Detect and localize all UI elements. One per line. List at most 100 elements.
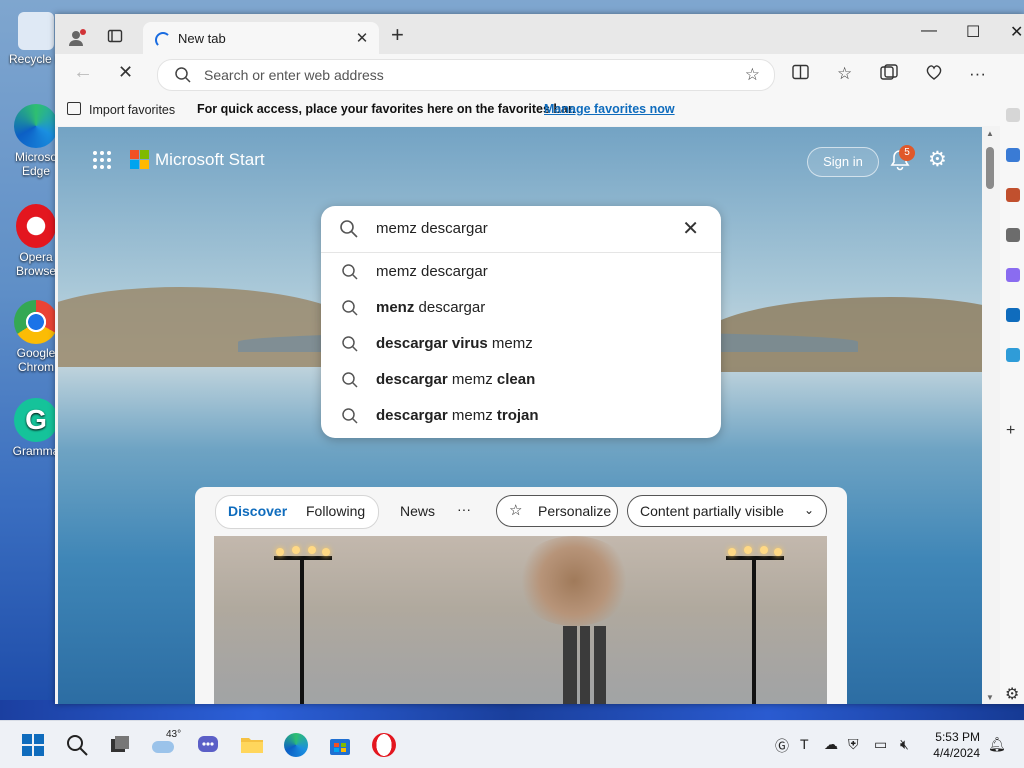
- tab-close-icon[interactable]: ✕: [353, 29, 371, 47]
- grammarly-tray-icon[interactable]: Ⓖ: [775, 736, 789, 756]
- drop-sidebar-icon[interactable]: [1006, 348, 1020, 362]
- suggestion-text: memz descargar: [376, 263, 488, 280]
- import-icon: [67, 102, 81, 115]
- split-screen-icon[interactable]: [792, 64, 809, 85]
- light-pole: [752, 556, 756, 704]
- stop-loading-button[interactable]: ✕: [118, 62, 133, 83]
- search-sidebar-icon[interactable]: [1006, 108, 1020, 122]
- suggestion-plain: memz descargar: [376, 263, 488, 280]
- minimize-button[interactable]: —: [921, 22, 937, 40]
- search-query-text[interactable]: memz descargar: [376, 220, 488, 237]
- new-tab-page: Microsoft Start Sign in 5 ⚙ memz descarg…: [58, 127, 982, 704]
- search-input[interactable]: memz descargar ✕: [321, 206, 721, 253]
- personalize-icon: ☆: [509, 502, 523, 519]
- clear-search-icon[interactable]: ✕: [682, 216, 699, 241]
- suggestion-bold: descargar: [376, 407, 448, 424]
- chimney: [580, 626, 590, 704]
- task-view-icon[interactable]: [108, 733, 132, 757]
- tools-sidebar-icon[interactable]: [1006, 188, 1020, 202]
- manage-favorites-link[interactable]: Manage favorites now: [544, 102, 675, 116]
- news-card-image[interactable]: [214, 536, 827, 704]
- search-suggestion[interactable]: descargar memz trojan: [321, 398, 721, 434]
- add-sidebar-app-icon[interactable]: +: [1006, 422, 1015, 440]
- import-favorites-button[interactable]: Import favorites: [67, 102, 175, 117]
- discover-sidebar-icon[interactable]: [1006, 148, 1020, 162]
- collections-icon[interactable]: [880, 64, 898, 86]
- browser-essentials-icon[interactable]: [925, 64, 943, 86]
- close-window-button[interactable]: ✕: [1010, 22, 1023, 42]
- office-sidebar-icon[interactable]: [1006, 268, 1020, 282]
- opera-taskbar-icon[interactable]: [372, 733, 396, 757]
- edge-sidebar: + ⚙: [1000, 94, 1024, 704]
- volume-muted-tray-icon[interactable]: 🔇︎: [900, 736, 909, 753]
- lamp-bar: [274, 556, 332, 560]
- scrollbar-thumb[interactable]: [986, 147, 994, 189]
- lamp-light: [322, 548, 330, 556]
- smoke-plume: [514, 536, 634, 626]
- back-button[interactable]: ←: [73, 61, 93, 84]
- address-placeholder[interactable]: Search or enter web address: [204, 67, 384, 83]
- system-clock[interactable]: 5:53 PM 4/4/2024: [933, 729, 980, 761]
- app-launcher-icon[interactable]: [92, 150, 112, 175]
- more-tabs-button[interactable]: ···: [457, 501, 471, 517]
- lamp-bar: [726, 556, 784, 560]
- teams-chat-icon[interactable]: [196, 733, 220, 757]
- title-bar: New tab ✕ + — ☐ ✕: [55, 14, 1024, 54]
- tab-following[interactable]: Following: [306, 503, 365, 519]
- onedrive-tray-icon[interactable]: ☁: [824, 736, 838, 753]
- sign-in-button[interactable]: Sign in: [807, 147, 879, 177]
- profile-icon[interactable]: [67, 28, 87, 53]
- opera-icon: [16, 204, 56, 248]
- page-scrollbar[interactable]: ▲ ▼: [983, 127, 997, 704]
- defender-tray-icon[interactable]: ⛨: [848, 736, 859, 753]
- lamp-light: [292, 546, 300, 554]
- clock-time: 5:53 PM: [935, 730, 980, 744]
- new-tab-button[interactable]: +: [391, 24, 404, 46]
- lamp-light: [774, 548, 782, 556]
- microsoft-store-icon[interactable]: [328, 733, 352, 757]
- file-explorer-icon[interactable]: [240, 733, 264, 757]
- search-icon[interactable]: [65, 733, 89, 757]
- content-visibility-dropdown[interactable]: Content partially visible ⌄: [627, 495, 827, 527]
- tab-news[interactable]: News: [400, 503, 435, 519]
- address-bar[interactable]: Search or enter web address ☆: [157, 59, 775, 91]
- search-suggestion[interactable]: menz descargar: [321, 290, 721, 326]
- weather-widget[interactable]: 43°: [152, 729, 182, 757]
- teams-tray-icon[interactable]: T: [800, 736, 809, 752]
- notification-center-icon[interactable]: 🔔︎: [988, 736, 1006, 753]
- settings-and-more-icon[interactable]: ···: [969, 64, 986, 84]
- outlook-sidebar-icon[interactable]: [1006, 308, 1020, 322]
- chevron-down-icon: ⌄: [803, 503, 814, 517]
- search-suggestion[interactable]: descargar virus memz: [321, 326, 721, 362]
- search-icon: [174, 66, 192, 89]
- windows-start-icon[interactable]: [21, 733, 45, 757]
- suggestion-bold-after: trojan: [496, 407, 539, 424]
- lamp-light: [728, 548, 736, 556]
- tab-discover[interactable]: Discover: [228, 503, 287, 519]
- desktop-icon-label: Gramma: [12, 444, 60, 458]
- games-sidebar-icon[interactable]: [1006, 228, 1020, 242]
- edge-taskbar-icon[interactable]: [284, 733, 308, 757]
- scroll-down-icon[interactable]: ▼: [986, 693, 994, 702]
- desktop-icon-label: Microso Edge: [14, 150, 57, 178]
- scroll-up-icon[interactable]: ▲: [986, 129, 994, 138]
- tab-new-tab[interactable]: New tab ✕: [143, 22, 379, 54]
- favorite-star-icon[interactable]: ☆: [745, 65, 760, 85]
- sidebar-settings-icon[interactable]: ⚙: [1005, 684, 1019, 704]
- lamp-light: [308, 546, 316, 554]
- favorites-icon[interactable]: ☆: [837, 64, 852, 84]
- network-tray-icon[interactable]: ▭: [874, 736, 887, 753]
- feed-tab-group: Discover Following: [215, 495, 379, 529]
- page-settings-gear-icon[interactable]: ⚙: [928, 147, 947, 172]
- tab-actions-icon[interactable]: [107, 28, 123, 49]
- suggestion-bold: menz: [376, 299, 415, 316]
- search-suggestion[interactable]: descargar memz clean: [321, 362, 721, 398]
- notification-count-badge: 5: [899, 145, 915, 161]
- search-suggestion[interactable]: memz descargar: [321, 254, 721, 290]
- recycle-bin-icon: [18, 12, 54, 50]
- brand-title[interactable]: Microsoft Start: [155, 150, 265, 170]
- personalize-button[interactable]: ☆ Personalize: [496, 495, 618, 527]
- maximize-button[interactable]: ☐: [966, 22, 980, 42]
- search-icon: [341, 263, 359, 286]
- content-feed: Discover Following News ··· ☆ Personaliz…: [195, 487, 847, 704]
